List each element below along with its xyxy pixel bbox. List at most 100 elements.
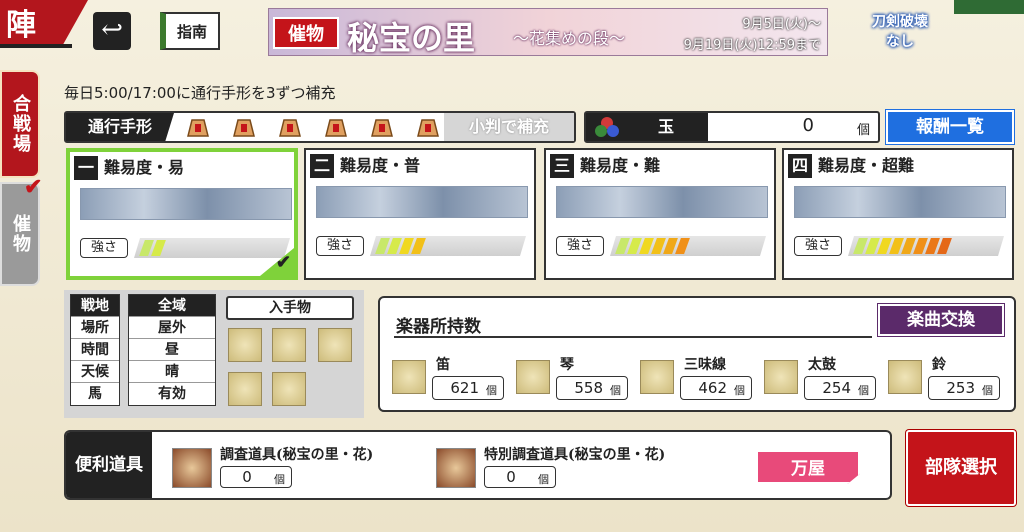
- reward-list-button[interactable]: 報酬一覧: [886, 110, 1014, 144]
- difficulty-card-1[interactable]: 一難易度・易 強さ ✔: [66, 148, 298, 280]
- instrument-unit: 個: [982, 384, 993, 397]
- instrument-count-value: 254: [822, 379, 851, 397]
- strength-bar: [610, 236, 766, 256]
- special-survey-tool-name: 特別調査道具(秘宝の里・花): [484, 447, 666, 463]
- no-break-line2: なし: [886, 34, 914, 50]
- condition-key: 天候: [71, 361, 119, 383]
- top-right-edge: [954, 0, 1024, 14]
- shamisen-icon: [640, 360, 674, 394]
- condition-value: 屋外: [129, 317, 215, 339]
- stage-preview-image: [556, 186, 768, 218]
- shop-button[interactable]: 万屋: [756, 450, 860, 484]
- strength-bar: [370, 236, 526, 256]
- condition-value: 全域: [129, 295, 215, 317]
- difficulty-label: 難易度・難: [580, 156, 661, 175]
- instruments-divider: [394, 336, 872, 338]
- pass-ticket-icon: [417, 119, 439, 137]
- condition-values: 全域 屋外昼晴有効: [128, 294, 216, 406]
- gem-counter: 玉 0 個: [584, 111, 880, 143]
- survey-tool-count: 0個: [220, 466, 292, 488]
- corner-divider: [0, 44, 72, 48]
- instrument-name: 三味線: [684, 357, 726, 373]
- difficulty-card-3[interactable]: 三難易度・難 強さ: [544, 148, 776, 280]
- strength-label: 強さ: [794, 236, 842, 256]
- no-sword-break-badge: 刀剣破壊 なし: [856, 8, 944, 56]
- difficulty-header: 三難易度・難: [550, 154, 660, 178]
- strength-bar: [134, 238, 290, 258]
- instrument-count: 462 個: [680, 376, 752, 400]
- difficulty-number: 一: [74, 156, 98, 180]
- special-survey-tool-unit: 個: [538, 473, 549, 486]
- pass-ticket-icon: [187, 119, 209, 137]
- instrument-unit: 個: [858, 384, 869, 397]
- condition-key: 場所: [71, 317, 119, 339]
- instrument-unit: 個: [734, 384, 745, 397]
- acquire-label: 入手物: [226, 296, 354, 320]
- event-subtitle: 〜花集めの段〜: [513, 29, 626, 48]
- pass-label: 通行手形: [66, 113, 174, 141]
- condition-value: 晴: [129, 361, 215, 383]
- event-tag: 催物: [273, 17, 339, 49]
- instrument-count: 621 個: [432, 376, 504, 400]
- special-survey-tool-count: 0個: [484, 466, 556, 488]
- instrument-name: 笛: [436, 357, 450, 373]
- instrument-name: 鈴: [932, 357, 946, 373]
- event-title: 秘宝の里: [347, 19, 476, 56]
- shamisen-drop-icon: [318, 328, 352, 362]
- koto-icon: [516, 360, 550, 394]
- back-button[interactable]: ↩: [93, 12, 131, 50]
- guide-button[interactable]: 指南: [160, 12, 220, 50]
- survey-tool-unit: 個: [274, 473, 285, 486]
- music-exchange-button[interactable]: 楽曲交換: [878, 304, 1004, 336]
- stage-preview-image: [794, 186, 1006, 218]
- strength-label: 強さ: [80, 238, 128, 258]
- difficulty-label: 難易度・普: [340, 156, 421, 175]
- instrument-count-value: 621: [450, 379, 479, 397]
- gem-unit: 個: [856, 123, 870, 138]
- side-tab-event-label: 催物: [10, 214, 31, 254]
- instrument-count: 558 個: [556, 376, 628, 400]
- difficulty-number: 三: [550, 154, 574, 178]
- instrument-count: 254 個: [804, 376, 876, 400]
- pass-ticket-icon: [233, 119, 255, 137]
- event-banner[interactable]: 催物 秘宝の里 〜花集めの段〜 9月5日(火)〜 9月19日(火)12:59まで: [268, 8, 828, 56]
- side-tab-battlefield[interactable]: 合戦場: [0, 70, 40, 178]
- koto-drop-icon: [272, 328, 306, 362]
- special-survey-tool-count-value: 0: [506, 468, 516, 486]
- condition-keys: 戦地 場所 時間 天候馬: [70, 294, 120, 406]
- gem-value: 0: [802, 115, 814, 136]
- gem-orb-icon: [595, 117, 619, 137]
- survey-tool-name: 調査道具(秘宝の里・花): [220, 447, 374, 463]
- event-date-end: 9月19日(火)12:59まで: [683, 38, 821, 53]
- event-date-start: 9月5日(火)〜: [742, 17, 821, 32]
- instrument-count: 253 個: [928, 376, 1000, 400]
- instrument-count-value: 558: [574, 379, 603, 397]
- pass-ticket-icon: [325, 119, 347, 137]
- strength-segment: [411, 238, 426, 254]
- drum-icon: [764, 360, 798, 394]
- flute-drop-icon: [228, 328, 262, 362]
- difficulty-card-2[interactable]: 二難易度・普 強さ: [304, 148, 536, 280]
- instrument-unit: 個: [486, 384, 497, 397]
- tools-label: 便利道具: [66, 432, 152, 498]
- difficulty-card-4[interactable]: 四難易度・超難 強さ: [782, 148, 1014, 280]
- strength-segment: [151, 240, 166, 256]
- koban-refill-button[interactable]: 小判で補充: [444, 113, 574, 141]
- survey-tool-count-value: 0: [242, 468, 252, 486]
- camp-title: 陣: [6, 8, 36, 43]
- difficulty-label: 難易度・超難: [818, 156, 915, 175]
- stage-preview-image: [316, 186, 528, 218]
- stage-info-panel: 戦地 場所 時間 天候馬 全域 屋外昼晴有効 入手物: [64, 290, 364, 418]
- strength-label: 強さ: [316, 236, 364, 256]
- instrument-count-value: 253: [946, 379, 975, 397]
- squad-select-button[interactable]: 部隊選択: [906, 430, 1016, 506]
- condition-value: 昼: [129, 339, 215, 361]
- checkmark-icon: ✔: [24, 174, 43, 200]
- survey-tool-icon: [172, 448, 212, 488]
- difficulty-header: 一難易度・易: [74, 156, 184, 180]
- instrument-count-value: 462: [698, 379, 727, 397]
- pass-ticket-icon: [279, 119, 301, 137]
- bell-drop-icon: [272, 372, 306, 406]
- instruments-title: 楽器所持数: [396, 317, 481, 337]
- pass-ticket-icon: [371, 119, 393, 137]
